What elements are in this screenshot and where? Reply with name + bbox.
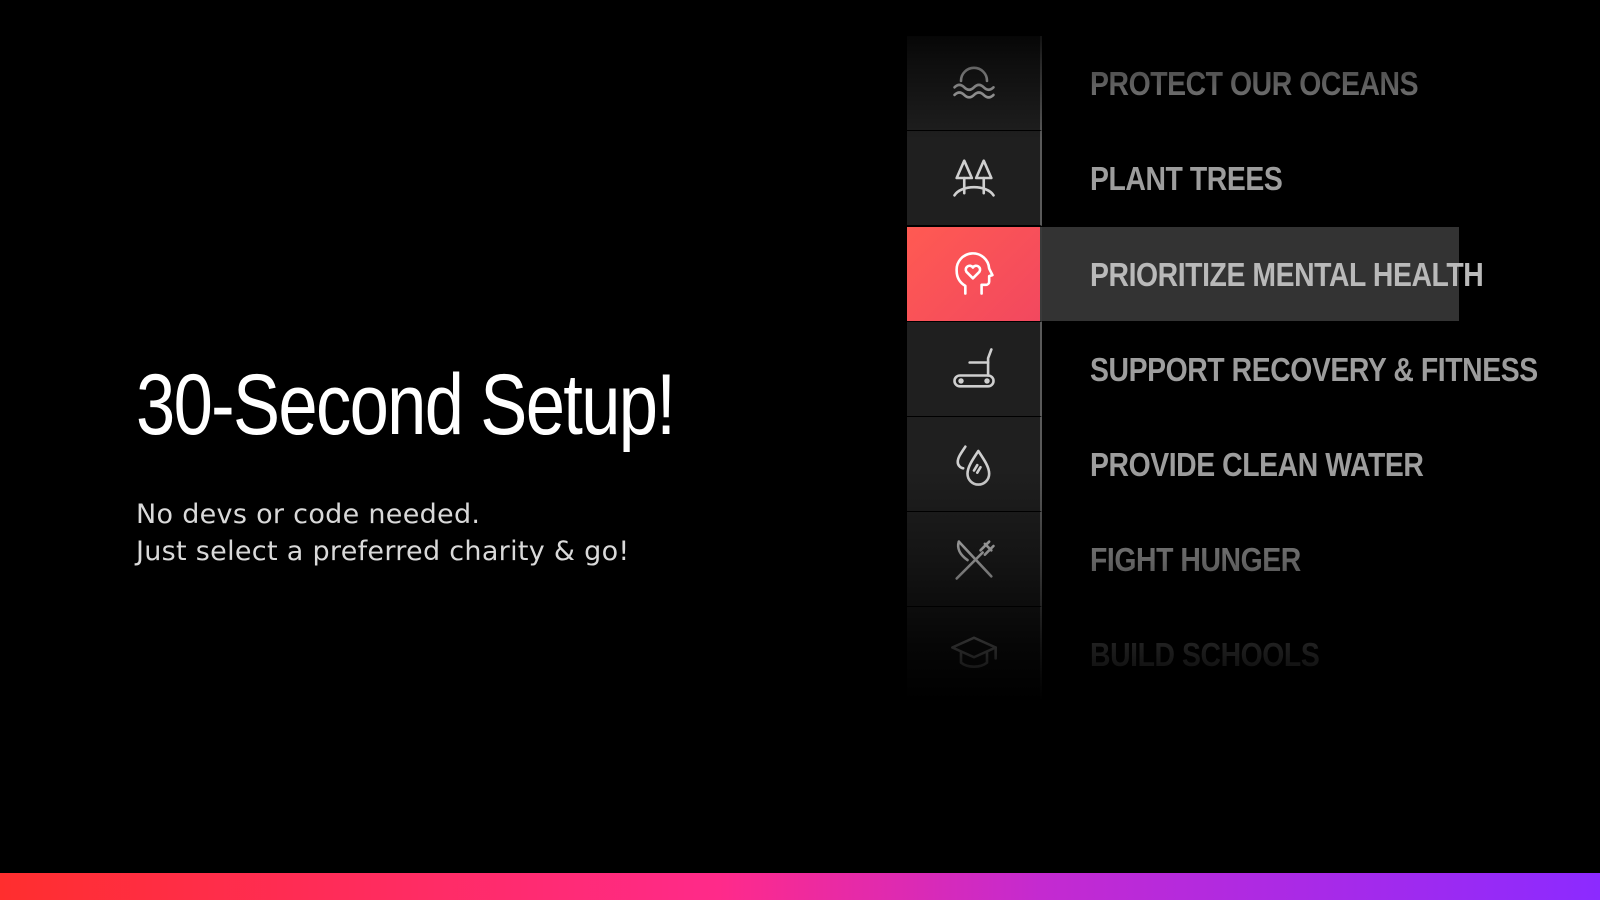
charity-label: PROVIDE CLEAN WATER <box>1090 445 1424 483</box>
brand-gradient-bar <box>0 873 1600 900</box>
charity-label: FIGHT HUNGER <box>1090 540 1301 578</box>
subtitle-line: Just select a preferred charity & go! <box>136 536 630 567</box>
charity-label: PRIORITIZE MENTAL HEALTH <box>1090 255 1484 293</box>
hero-title: 30-Second Setup! <box>136 357 676 453</box>
water-drops-icon <box>955 445 990 486</box>
treadmill-icon <box>952 348 995 388</box>
charity-option-clean-water[interactable]: PROVIDE CLEAN WATER <box>907 417 1600 512</box>
graduation-cap-icon <box>950 636 997 669</box>
charity-option-hunger[interactable]: FIGHT HUNGER <box>907 512 1600 607</box>
charity-option-fitness[interactable]: SUPPORT RECOVERY & FITNESS <box>907 322 1600 417</box>
charity-option-mental-health[interactable]: PRIORITIZE MENTAL HEALTH <box>907 227 1600 322</box>
charity-icon-cell <box>907 607 1042 702</box>
charity-icon-cell <box>907 512 1042 607</box>
charity-label: PLANT TREES <box>1090 159 1283 197</box>
charity-icon-cell <box>907 322 1042 417</box>
utensils-icon <box>954 540 995 580</box>
mental-health-icon <box>954 252 994 295</box>
ocean-icon <box>952 66 995 99</box>
charity-option-trees[interactable]: PLANT TREES <box>907 131 1600 226</box>
charity-label: BUILD SCHOOLS <box>1090 635 1320 673</box>
charity-icon-cell <box>907 36 1042 131</box>
charity-icon-cell <box>907 227 1042 322</box>
charity-option-oceans[interactable]: PROTECT OUR OCEANS <box>907 36 1600 131</box>
charity-list: PROTECT OUR OCEANS PLANT TREES PRIORITIZ… <box>907 0 1600 720</box>
charity-label: PROTECT OUR OCEANS <box>1090 64 1419 102</box>
charity-icon-cell <box>907 131 1042 226</box>
subtitle-line: No devs or code needed. <box>136 499 481 530</box>
charity-option-schools[interactable]: BUILD SCHOOLS <box>907 607 1600 702</box>
hero-subtitle: No devs or code needed. Just select a pr… <box>136 496 630 570</box>
trees-icon <box>952 159 995 197</box>
charity-icon-cell <box>907 417 1042 512</box>
charity-label: SUPPORT RECOVERY & FITNESS <box>1090 350 1538 388</box>
